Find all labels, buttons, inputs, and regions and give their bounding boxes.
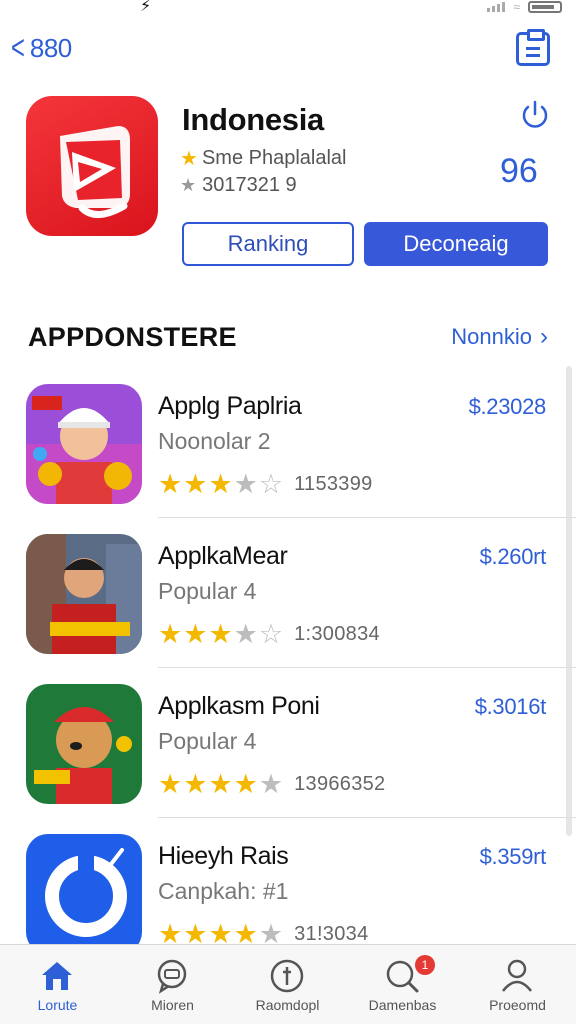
half-star-icon: ★ — [233, 469, 258, 499]
status-indicators: ≈ — [487, 0, 562, 14]
app-price[interactable]: $.23028 — [469, 394, 547, 420]
tab-label: Lorute — [37, 997, 78, 1013]
list-item[interactable]: Applg Paplria Noonolar 2 ★ ★ ★ ★ ☆ 1153399 $… — [0, 368, 576, 518]
app-category: Popular 4 — [158, 578, 257, 604]
app-thumbnail — [26, 534, 142, 654]
app-rating: ★ Sme Phaplalalal — [180, 146, 346, 171]
ranking-button[interactable]: Ranking — [182, 222, 354, 266]
signal-icon — [487, 2, 506, 12]
star-rating: ★ ★ ★ ★ ★ 13966352 — [158, 770, 386, 798]
star-icon: ★ — [183, 619, 208, 649]
section-title: APPDONSTERE — [28, 322, 237, 352]
app-price[interactable]: $.359rt — [480, 844, 547, 870]
home-icon — [42, 962, 72, 990]
app-name: ApplkaMear — [158, 542, 288, 570]
star-icon: ★ — [208, 469, 233, 499]
app-category: Canpkah: #1 — [158, 878, 289, 904]
compass-icon — [270, 959, 304, 993]
star-outline-icon: ☆ — [258, 469, 284, 499]
app-title: Indonesia — [182, 102, 324, 137]
half-star-icon: ★ — [233, 619, 258, 649]
star-outline-icon: ★ — [258, 769, 284, 799]
rating-count-text: 3017321 9 — [202, 174, 297, 196]
navigation-bar: < 880 — [0, 28, 576, 72]
star-rating: ★ ★ ★ ★ ☆ 1153399 — [158, 470, 374, 498]
tab-profile[interactable]: Proeomd — [460, 945, 575, 1024]
tab-home[interactable]: Lorute — [0, 945, 115, 1024]
tab-messages[interactable]: Mioren — [115, 945, 230, 1024]
list-item[interactable]: ApplkaMear Popular 4 ★ ★ ★ ★ ☆ 1:300834 $.26… — [0, 518, 576, 668]
app-name: Applkasm Poni — [158, 692, 320, 720]
rating-count: 1153399 — [294, 473, 373, 495]
star-icon: ★ — [158, 769, 183, 799]
chevron-right-icon: › — [540, 323, 548, 350]
status-bar: ⚡ ≈ — [0, 0, 576, 18]
star-rating: ★ ★ ★ ★ ☆ 1:300834 — [158, 620, 381, 648]
tab-explore[interactable]: Raomdopl — [230, 945, 345, 1024]
app-score: 96 — [500, 152, 538, 190]
app-thumbnail — [26, 384, 142, 504]
list-item[interactable]: Applkasm Poni Popular 4 ★ ★ ★ ★ ★ 13966352 $… — [0, 668, 576, 818]
star-icon: ★ — [208, 769, 233, 799]
star-icon: ★ — [208, 619, 233, 649]
see-all-label: Nonnkio — [451, 324, 532, 349]
app-name: Applg Paplria — [158, 392, 302, 420]
tab-label: Raomdopl — [255, 997, 320, 1013]
tab-search[interactable]: 1 Damenbas — [345, 945, 460, 1024]
star-icon: ★ — [233, 769, 258, 799]
power-icon[interactable] — [518, 98, 552, 132]
download-button[interactable]: Deconeaig — [364, 222, 548, 266]
app-category: Popular 4 — [158, 728, 257, 754]
app-category: Noonolar 2 — [158, 428, 271, 454]
app-icon — [26, 96, 158, 236]
app-name: Hieeyh Rais — [158, 842, 289, 870]
star-icon: ★ — [158, 619, 183, 649]
tab-label: Mioren — [151, 997, 194, 1013]
rating-count: 1:300834 — [294, 623, 380, 645]
back-button[interactable]: < 880 — [8, 30, 72, 66]
rating-text: Sme Phaplalalal — [201, 147, 347, 169]
clipboard-icon[interactable] — [516, 29, 550, 66]
tab-label: Proeomd — [489, 997, 546, 1013]
star-icon: ★ — [180, 175, 197, 195]
person-icon — [502, 959, 532, 992]
app-thumbnail — [26, 834, 142, 954]
app-rating-count: ★ 3017321 9 — [180, 174, 297, 197]
tab-label: Damenbas — [368, 997, 437, 1013]
chevron-left-icon: < — [10, 29, 25, 67]
see-all-link[interactable]: Nonnkio › — [451, 323, 548, 351]
tab-bar: Lorute Mioren Raomdopl 1 Damenbas Proeom… — [0, 944, 576, 1024]
app-thumbnail — [26, 684, 142, 804]
rating-count: 13966352 — [294, 773, 386, 795]
back-label: 880 — [29, 33, 72, 63]
app-price[interactable]: $.260rt — [480, 544, 547, 570]
app-price[interactable]: $.3016t — [475, 694, 547, 720]
battery-icon — [528, 1, 562, 13]
notification-badge: 1 — [415, 955, 435, 975]
flash-icon: ⚡ — [140, 0, 152, 15]
star-icon: ★ — [183, 469, 208, 499]
star-outline-icon: ☆ — [258, 619, 284, 649]
star-icon: ★ — [183, 769, 208, 799]
chat-icon — [157, 959, 187, 994]
star-icon: ★ — [158, 469, 183, 499]
wifi-icon: ≈ — [513, 0, 520, 14]
star-icon: ★ — [180, 148, 198, 170]
